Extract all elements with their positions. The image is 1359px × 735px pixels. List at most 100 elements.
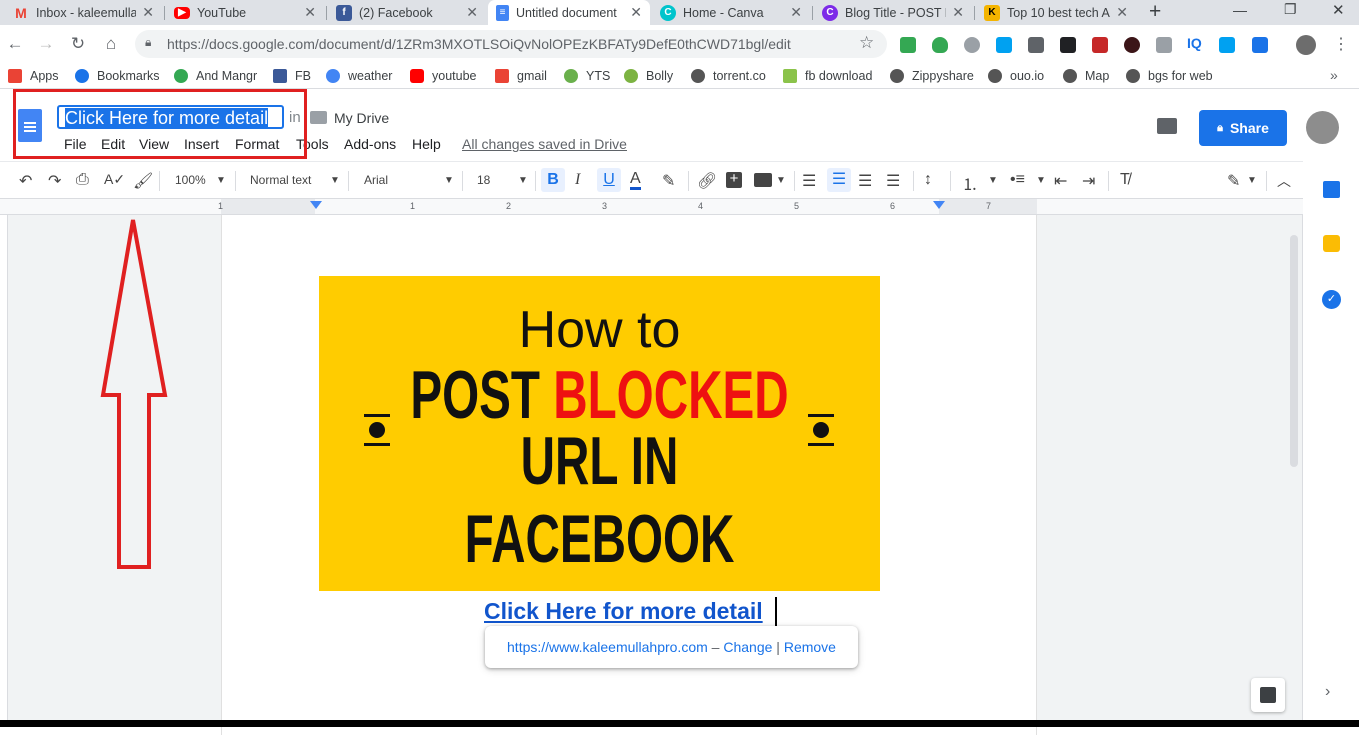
globe-icon[interactable] <box>964 37 980 53</box>
decrease-indent-icon[interactable]: ⇤ <box>1054 171 1067 191</box>
back-icon[interactable]: ← <box>4 34 26 54</box>
folder-name[interactable]: My Drive <box>334 110 389 126</box>
fb-extension-icon[interactable] <box>1092 37 1108 53</box>
keep-icon[interactable] <box>1323 235 1340 252</box>
align-left-icon[interactable]: ☰ <box>802 171 816 191</box>
extension-icon[interactable] <box>996 37 1012 53</box>
highlight-icon[interactable]: ✎ <box>662 171 675 191</box>
chevron-down-icon[interactable]: ▼ <box>330 175 340 186</box>
iq-icon[interactable]: IQ <box>1187 35 1202 51</box>
chevron-down-icon[interactable]: ▼ <box>1247 175 1257 186</box>
bookmark-bgs[interactable]: bgs for web <box>1126 69 1213 83</box>
collapse-toolbar-icon[interactable]: ︿ <box>1277 171 1291 191</box>
tasks-icon[interactable]: ✓ <box>1322 290 1341 309</box>
reload-icon[interactable]: ↻ <box>67 34 89 54</box>
indent-marker-icon[interactable] <box>933 201 945 209</box>
omnibox[interactable]: 🔒︎ https://docs.google.com/document/d/1Z… <box>135 30 887 58</box>
editing-mode-icon[interactable]: ✎ <box>1227 171 1240 191</box>
bookmark-fbdownload[interactable]: fb download <box>783 69 872 83</box>
align-center-icon[interactable]: ☰ <box>827 168 851 192</box>
zoom-select[interactable]: 100% <box>175 173 206 187</box>
clear-formatting-icon[interactable]: T̸ <box>1120 171 1130 189</box>
line-spacing-icon[interactable]: ↕ <box>924 171 932 189</box>
document-page[interactable]: How to POST BLOCKED URL IN FACEBOOK Clic… <box>221 215 1037 735</box>
change-link-button[interactable]: Change <box>723 639 772 655</box>
bookmark-map[interactable]: Map <box>1063 69 1109 83</box>
profile-avatar[interactable] <box>1296 35 1316 55</box>
justify-icon[interactable]: ☰ <box>886 171 900 191</box>
bold-icon[interactable]: B <box>541 168 565 192</box>
tab-top10[interactable]: K Top 10 best tech A ✕ <box>976 0 1136 25</box>
chevron-down-icon[interactable]: ▼ <box>988 175 998 186</box>
tab-gmail[interactable]: M Inbox - kaleemulla ✕ <box>5 0 162 25</box>
scrollbar[interactable] <box>1290 235 1298 467</box>
menu-help[interactable]: Help <box>412 136 441 152</box>
text-color-icon[interactable]: A <box>630 171 641 190</box>
insert-image-icon[interactable] <box>754 173 772 187</box>
font-size-select[interactable]: 18 <box>477 173 490 187</box>
bulleted-list-icon[interactable]: •≡ <box>1010 171 1025 189</box>
extension-icon[interactable] <box>900 37 916 53</box>
shield-icon[interactable] <box>932 37 948 53</box>
restore-icon[interactable]: ❐ <box>1284 1 1297 18</box>
tab-youtube[interactable]: ▶ YouTube ✕ <box>166 0 324 25</box>
bookmark-gmail[interactable]: gmail <box>495 69 547 83</box>
tab-blog-title[interactable]: C Blog Title - POST B ✕ <box>814 0 972 25</box>
briefcase-icon[interactable] <box>1156 37 1172 53</box>
add-comment-icon[interactable]: + <box>726 171 742 188</box>
explore-button[interactable] <box>1251 678 1285 712</box>
window-close-icon[interactable]: ✕ <box>1332 1 1345 19</box>
tab-docs[interactable]: ≡ Untitled document ✕ <box>488 0 650 25</box>
chevron-down-icon[interactable]: ▼ <box>1036 175 1046 186</box>
calendar-icon[interactable] <box>1323 181 1340 198</box>
folder-icon[interactable] <box>310 111 327 124</box>
extension-icon[interactable] <box>1252 37 1268 53</box>
hyperlink[interactable]: Click Here for more detail <box>484 598 763 625</box>
extension-icon[interactable] <box>1060 37 1076 53</box>
bookmark-zippyshare[interactable]: Zippyshare <box>890 69 974 83</box>
paint-format-icon[interactable]: 🖌︎ <box>133 171 153 191</box>
menu-addons[interactable]: Add-ons <box>344 136 396 152</box>
remove-link-button[interactable]: Remove <box>784 639 836 655</box>
home-icon[interactable]: ⌂ <box>100 34 122 54</box>
bookmark-apps[interactable]: Apps <box>8 69 59 83</box>
chevron-down-icon[interactable]: ▼ <box>216 175 226 186</box>
bookmark-fb[interactable]: FB <box>273 69 311 83</box>
indent-marker-icon[interactable] <box>310 201 322 209</box>
tab-facebook[interactable]: f (2) Facebook ✕ <box>328 0 486 25</box>
bookmark-torrent[interactable]: torrent.co <box>691 69 766 83</box>
comment-icon[interactable] <box>1157 118 1177 134</box>
close-icon[interactable]: ✕ <box>1116 4 1128 21</box>
chevron-down-icon[interactable]: ▼ <box>444 175 454 186</box>
banner-image[interactable]: How to POST BLOCKED URL IN FACEBOOK <box>319 276 880 591</box>
chevron-right-icon[interactable]: › <box>1325 683 1330 701</box>
close-icon[interactable]: ✕ <box>790 4 802 21</box>
underline-icon[interactable]: U <box>597 168 621 192</box>
close-icon[interactable]: ✕ <box>630 4 642 21</box>
spellcheck-icon[interactable]: A✓ <box>104 171 125 188</box>
font-select[interactable]: Arial <box>364 173 388 187</box>
close-icon[interactable]: ✕ <box>466 4 478 21</box>
redo-icon[interactable]: ↷ <box>48 171 61 191</box>
share-button[interactable]: 🔒︎ Share <box>1199 110 1287 146</box>
link-url[interactable]: https://www.kaleemullahpro.com <box>507 639 708 655</box>
increase-indent-icon[interactable]: ⇥ <box>1082 171 1095 191</box>
close-icon[interactable]: ✕ <box>304 4 316 21</box>
more-icon[interactable]: ⋮ <box>1333 34 1349 54</box>
bookmark-bolly[interactable]: Bolly <box>624 69 673 83</box>
user-avatar[interactable] <box>1306 111 1339 144</box>
chevron-down-icon[interactable]: ▼ <box>518 175 528 186</box>
k-extension-icon[interactable] <box>1124 37 1140 53</box>
bookmark-ouo[interactable]: ouo.io <box>988 69 1044 83</box>
forward-icon[interactable]: → <box>35 34 57 54</box>
undo-icon[interactable]: ↶ <box>19 171 32 191</box>
bookmark-yts[interactable]: YTS <box>564 69 610 83</box>
extension-icon[interactable] <box>1028 37 1044 53</box>
bookmark-youtube[interactable]: youtube <box>410 69 476 83</box>
tpp-icon[interactable] <box>1219 37 1235 53</box>
minimize-icon[interactable]: — <box>1233 2 1247 18</box>
style-select[interactable]: Normal text <box>250 173 311 187</box>
link-icon[interactable]: 🔗︎ <box>697 171 717 191</box>
numbered-list-icon[interactable]: ⒈ <box>962 171 978 195</box>
more-bookmarks-icon[interactable]: » <box>1330 67 1338 83</box>
